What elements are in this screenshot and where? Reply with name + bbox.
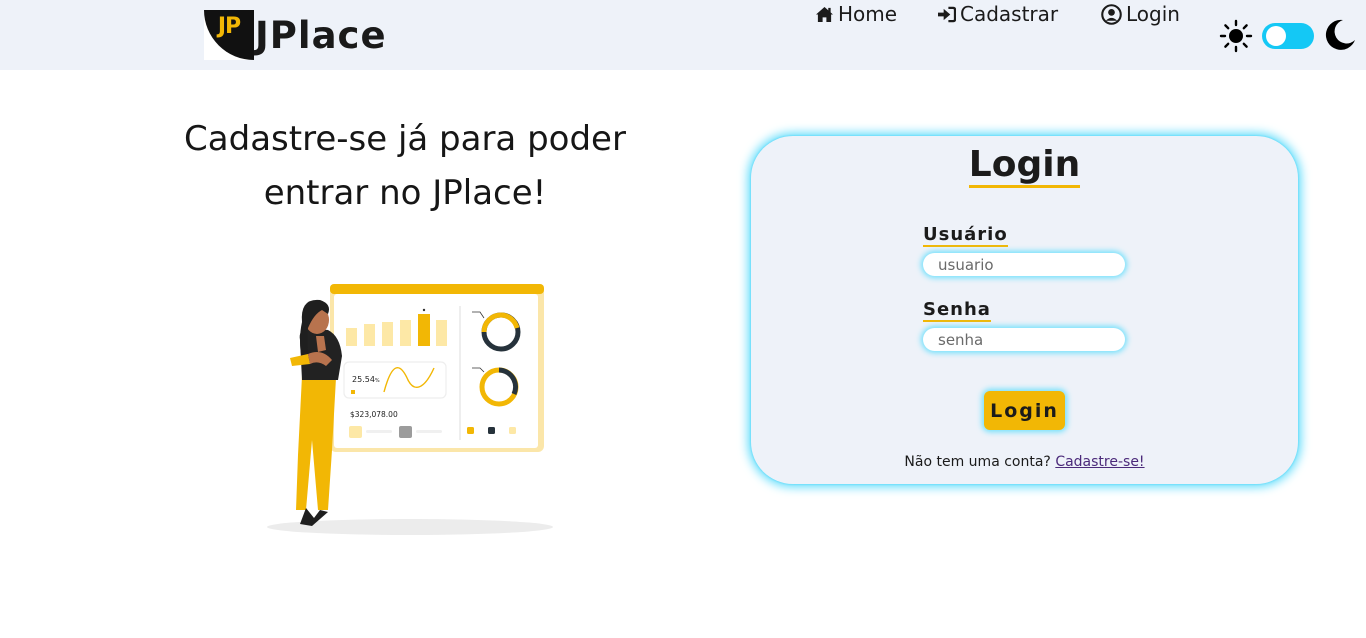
nav-link-login-label: Login [1126, 2, 1180, 26]
signup-prompt-text: Não tem uma conta? [904, 454, 1051, 470]
nav-link-cadastrar[interactable]: Cadastrar [937, 0, 1058, 28]
hero-headline-line-1: Cadastre-se já para poder [184, 119, 626, 159]
hero-headline: Cadastre-se já para poder entrar no JPla… [140, 112, 670, 220]
password-label-text: Senha [923, 299, 991, 322]
signup-prompt: Não tem uma conta? Cadastre-se! [751, 454, 1298, 470]
username-label-text: Usuário [923, 224, 1008, 247]
signup-link[interactable]: Cadastre-se! [1055, 454, 1144, 470]
nav-link-home-label: Home [838, 2, 898, 26]
username-label: Usuário [923, 224, 1008, 247]
sign-in-icon [938, 6, 956, 22]
brand-name: JPlace [255, 13, 387, 57]
nav-link-cadastrar-label: Cadastrar [960, 2, 1059, 26]
brand-logo: JP [204, 10, 254, 60]
login-card: Login Usuário Senha Login Não tem uma co… [751, 136, 1298, 484]
navbar: JP JPlace Home Cadastrar Login [0, 0, 1366, 70]
home-icon [816, 6, 833, 22]
login-card-title: Login [751, 144, 1298, 188]
dashboard-illustration: 25.54% $323,078.00 [267, 284, 553, 535]
username-input[interactable] [923, 253, 1125, 276]
illustration-stat-money: $323,078.00 [350, 410, 398, 419]
login-card-title-text: Login [968, 145, 1081, 188]
brand-logo-text: JP [217, 14, 241, 39]
nav-link-login[interactable]: Login [1101, 0, 1180, 28]
moon-icon[interactable] [1323, 18, 1357, 52]
password-input[interactable] [923, 328, 1125, 351]
illustration-stat-percent-unit: % [375, 378, 380, 384]
hero-headline-line-2: entrar no JPlace! [263, 173, 547, 213]
login-submit-button[interactable]: Login [984, 391, 1065, 430]
theme-toggle[interactable] [1262, 23, 1314, 49]
password-label: Senha [923, 299, 991, 322]
brand[interactable]: JP JPlace [204, 10, 387, 60]
illustration-stat-percent-value: 25.54 [352, 375, 375, 384]
sun-icon[interactable] [1219, 19, 1253, 53]
theme-toggle-knob [1266, 26, 1286, 46]
nav-link-home[interactable]: Home [815, 0, 897, 28]
user-circle-icon [1101, 3, 1122, 25]
